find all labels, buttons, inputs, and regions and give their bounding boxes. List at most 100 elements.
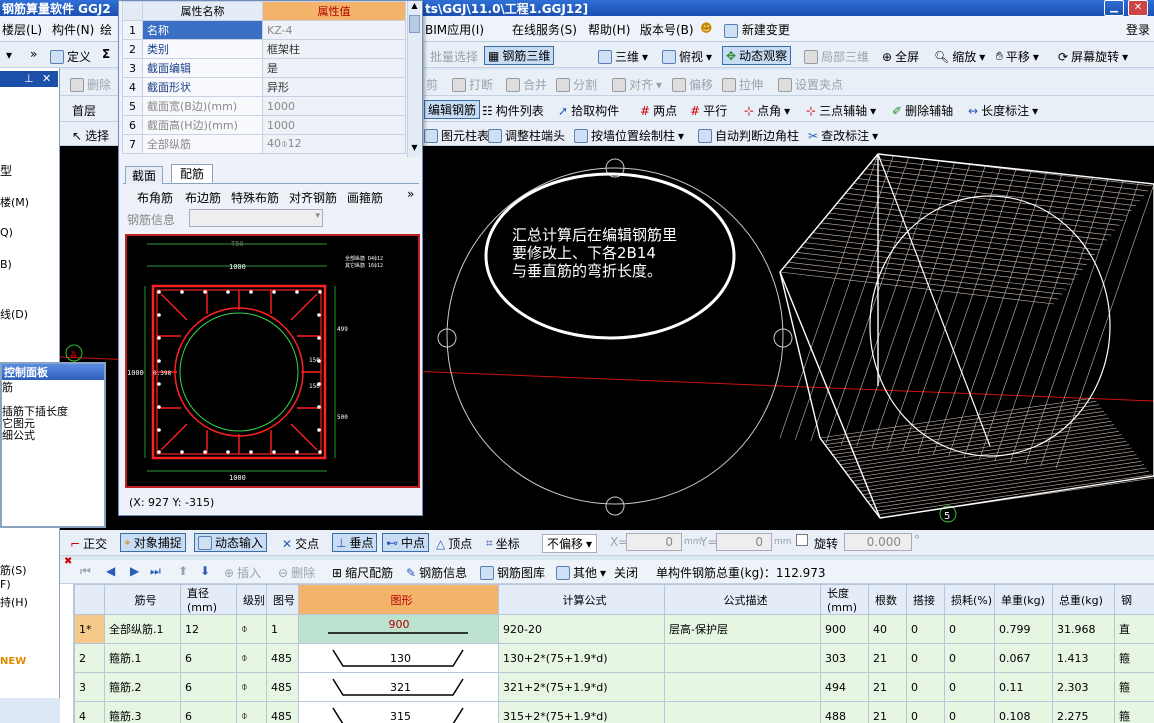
grid-cell-shape[interactable]: 900 [298, 614, 499, 644]
grid-cell-loss[interactable]: 0 [944, 614, 995, 644]
zoom-button[interactable]: 🔍︎ 缩放 ▾ [934, 48, 985, 65]
grid-cell-figure[interactable]: 1 [266, 614, 299, 644]
property-row[interactable]: 7 全部纵筋 40⌽12 [122, 134, 406, 154]
property-row[interactable]: 3 截面编辑是 [122, 58, 406, 78]
object-snap-toggle[interactable]: ⌖ 对象捕捉 [120, 533, 186, 552]
view-3d-button[interactable]: 三维 ▾ [598, 48, 648, 65]
select-button[interactable]: ↖ 选择 [72, 127, 109, 144]
grid-cell-figure[interactable]: 485 [266, 701, 299, 723]
align-button[interactable]: 对齐 ▾ [612, 76, 662, 93]
pick-component-button[interactable]: ➚ 拾取构件 [558, 102, 619, 119]
grid-cell-length[interactable]: 488 [820, 701, 869, 723]
grid-cell-shape[interactable]: 321 [298, 672, 499, 702]
avatar-icon[interactable]: ☻ [700, 21, 713, 35]
x-input[interactable]: 0 [626, 533, 682, 551]
grid-cell-grade[interactable]: ⌽ [236, 701, 267, 723]
grid-cell-count[interactable]: 21 [868, 643, 907, 673]
grid-cell-type[interactable]: 箍 [1114, 701, 1154, 723]
grid-header-type[interactable]: 钢 [1114, 584, 1154, 615]
more-tools-icon[interactable]: » [407, 187, 414, 201]
tab-section[interactable]: 截面 [125, 166, 164, 184]
grid-cell-shape[interactable]: 315 [298, 701, 499, 723]
menu-draw[interactable]: 绘 [100, 21, 112, 38]
table-row[interactable]: 3 箍筋.2 6 ⌽ 485 321 321+2*(75+1.9*d) 494 21 0 0 0.11… [74, 672, 1154, 702]
pin-icon[interactable]: ⊥ [24, 72, 34, 85]
grid-cell-total-weight[interactable]: 2.275 [1052, 701, 1115, 723]
grid-header-name[interactable]: 筋号 [104, 584, 181, 615]
grid-cell-count[interactable]: 40 [868, 614, 907, 644]
grid-header-figure[interactable]: 图号 [266, 584, 299, 615]
property-row[interactable]: 1 名称 KZ-4 [122, 20, 406, 40]
dynamic-input-toggle[interactable]: 动态输入 [194, 533, 268, 552]
edit-rebar-button[interactable]: 编辑钢筋 [424, 100, 481, 119]
minimize-button[interactable]: ▁ [1104, 0, 1124, 16]
break-button[interactable]: 打断 [452, 76, 493, 93]
grid-cell-type[interactable]: 箍 [1114, 672, 1154, 702]
grid-cell-lap[interactable]: 0 [906, 672, 945, 702]
property-row[interactable]: 4 截面形状 异形 [122, 77, 406, 97]
grid-cell-count[interactable]: 21 [868, 672, 907, 702]
left-item-s[interactable]: 筋(S) [0, 562, 27, 578]
grid-cell-total-weight[interactable]: 2.303 [1052, 672, 1115, 702]
grid-cell-lap[interactable]: 0 [906, 614, 945, 644]
grid-header-lap[interactable]: 搭接 [906, 584, 945, 615]
property-value[interactable]: 1000 [262, 96, 406, 116]
set-grip-button[interactable]: 设置夹点 [778, 76, 843, 93]
floor-select[interactable]: 首层 [72, 102, 96, 119]
more-icon[interactable]: » [30, 47, 37, 61]
grid-cell-type[interactable]: 箍 [1114, 643, 1154, 673]
left-item-type[interactable]: 型 [0, 162, 12, 179]
move-down-icon[interactable]: ⬇ [200, 564, 210, 578]
property-value[interactable]: 是 [262, 58, 406, 78]
merge-button[interactable]: 合并 [506, 76, 547, 93]
section-drawing[interactable]: 1000 T50 1000 1000 0.398 499 150 150 500… [125, 234, 420, 488]
property-value[interactable]: 1000 [262, 115, 406, 135]
grid-header-unit-weight[interactable]: 单重(kg) [994, 584, 1053, 615]
modify-label-button[interactable]: ✂ 查改标注 ▾ [808, 127, 878, 144]
grid-header-grade[interactable]: 级别 [236, 584, 267, 615]
grid-cell-total-weight[interactable]: 31.968 [1052, 614, 1115, 644]
pan-button[interactable]: ✋︎ 平移 ▾ [996, 48, 1039, 65]
menu-floor[interactable]: 楼层(L) [2, 21, 42, 38]
midpoint-toggle[interactable]: ⊷ 中点 [382, 533, 430, 552]
left-item-m[interactable]: 楼(M) [0, 194, 29, 210]
align-rebar-button[interactable]: 对齐钢筋 [289, 189, 337, 206]
coordinate-toggle[interactable]: ⌗ 坐标 [486, 535, 520, 552]
delete-row-button[interactable]: ⊖ 删除 [278, 564, 315, 581]
three-point-axis-button[interactable]: ⊹ 三点辅轴 ▾ [806, 102, 876, 119]
property-row[interactable]: 2 类别 框架柱 [122, 39, 406, 59]
property-value[interactable]: 框架柱 [262, 39, 406, 59]
grid-cell-unit-weight[interactable]: 0.108 [994, 701, 1053, 723]
left-item-h[interactable]: 持(H) [0, 594, 28, 610]
left-item-d[interactable]: 线(D) [0, 306, 28, 322]
scroll-thumb[interactable] [409, 15, 420, 33]
first-record-icon[interactable]: ⏮ [80, 564, 91, 579]
menu-new-change[interactable]: 新建变更 [724, 21, 790, 38]
cut-button[interactable]: 剪 [426, 76, 438, 93]
grid-cell-diameter[interactable]: 6 [180, 701, 237, 723]
grid-header-shape[interactable]: 图形 [298, 584, 499, 615]
auto-corner-column-button[interactable]: 自动判断边角柱 [698, 127, 799, 144]
table-row[interactable]: 4 箍筋.3 6 ⌽ 485 315 315+2*(75+1.9*d) 488 21 0 0 0.10… [74, 701, 1154, 723]
grid-cell-unit-weight[interactable]: 0.067 [994, 643, 1053, 673]
split-button[interactable]: 分割 [556, 76, 597, 93]
grid-cell-lap[interactable]: 0 [906, 643, 945, 673]
grid-row-number[interactable]: 4 [74, 701, 105, 723]
grip-bottom[interactable] [605, 496, 625, 516]
property-value[interactable]: 异形 [262, 77, 406, 97]
grid-cell-diameter[interactable]: 12 [180, 614, 237, 644]
two-points-button[interactable]: # 两点 [640, 102, 677, 119]
grid-cell-grade[interactable]: ⌽ [236, 672, 267, 702]
rebar-3d-button[interactable]: ▦ 钢筋三维 [484, 46, 555, 65]
draw-by-wall-button[interactable]: 按墙位置绘制柱 ▾ [574, 127, 684, 144]
grid-header-formula[interactable]: 计算公式 [498, 584, 665, 615]
delete-axis-button[interactable]: ✐ 删除辅轴 [892, 102, 953, 119]
grid-cell-diameter[interactable]: 6 [180, 672, 237, 702]
offset-button[interactable]: 偏移 [672, 76, 713, 93]
close-grid-button[interactable]: 关闭 [614, 564, 638, 581]
grid-cell-formula[interactable]: 130+2*(75+1.9*d) [498, 643, 665, 673]
grid-cell-diameter[interactable]: 6 [180, 643, 237, 673]
grid-cell-loss[interactable]: 0 [944, 672, 995, 702]
grid-cell-loss[interactable]: 0 [944, 701, 995, 723]
grid-cell-description[interactable] [664, 672, 821, 702]
